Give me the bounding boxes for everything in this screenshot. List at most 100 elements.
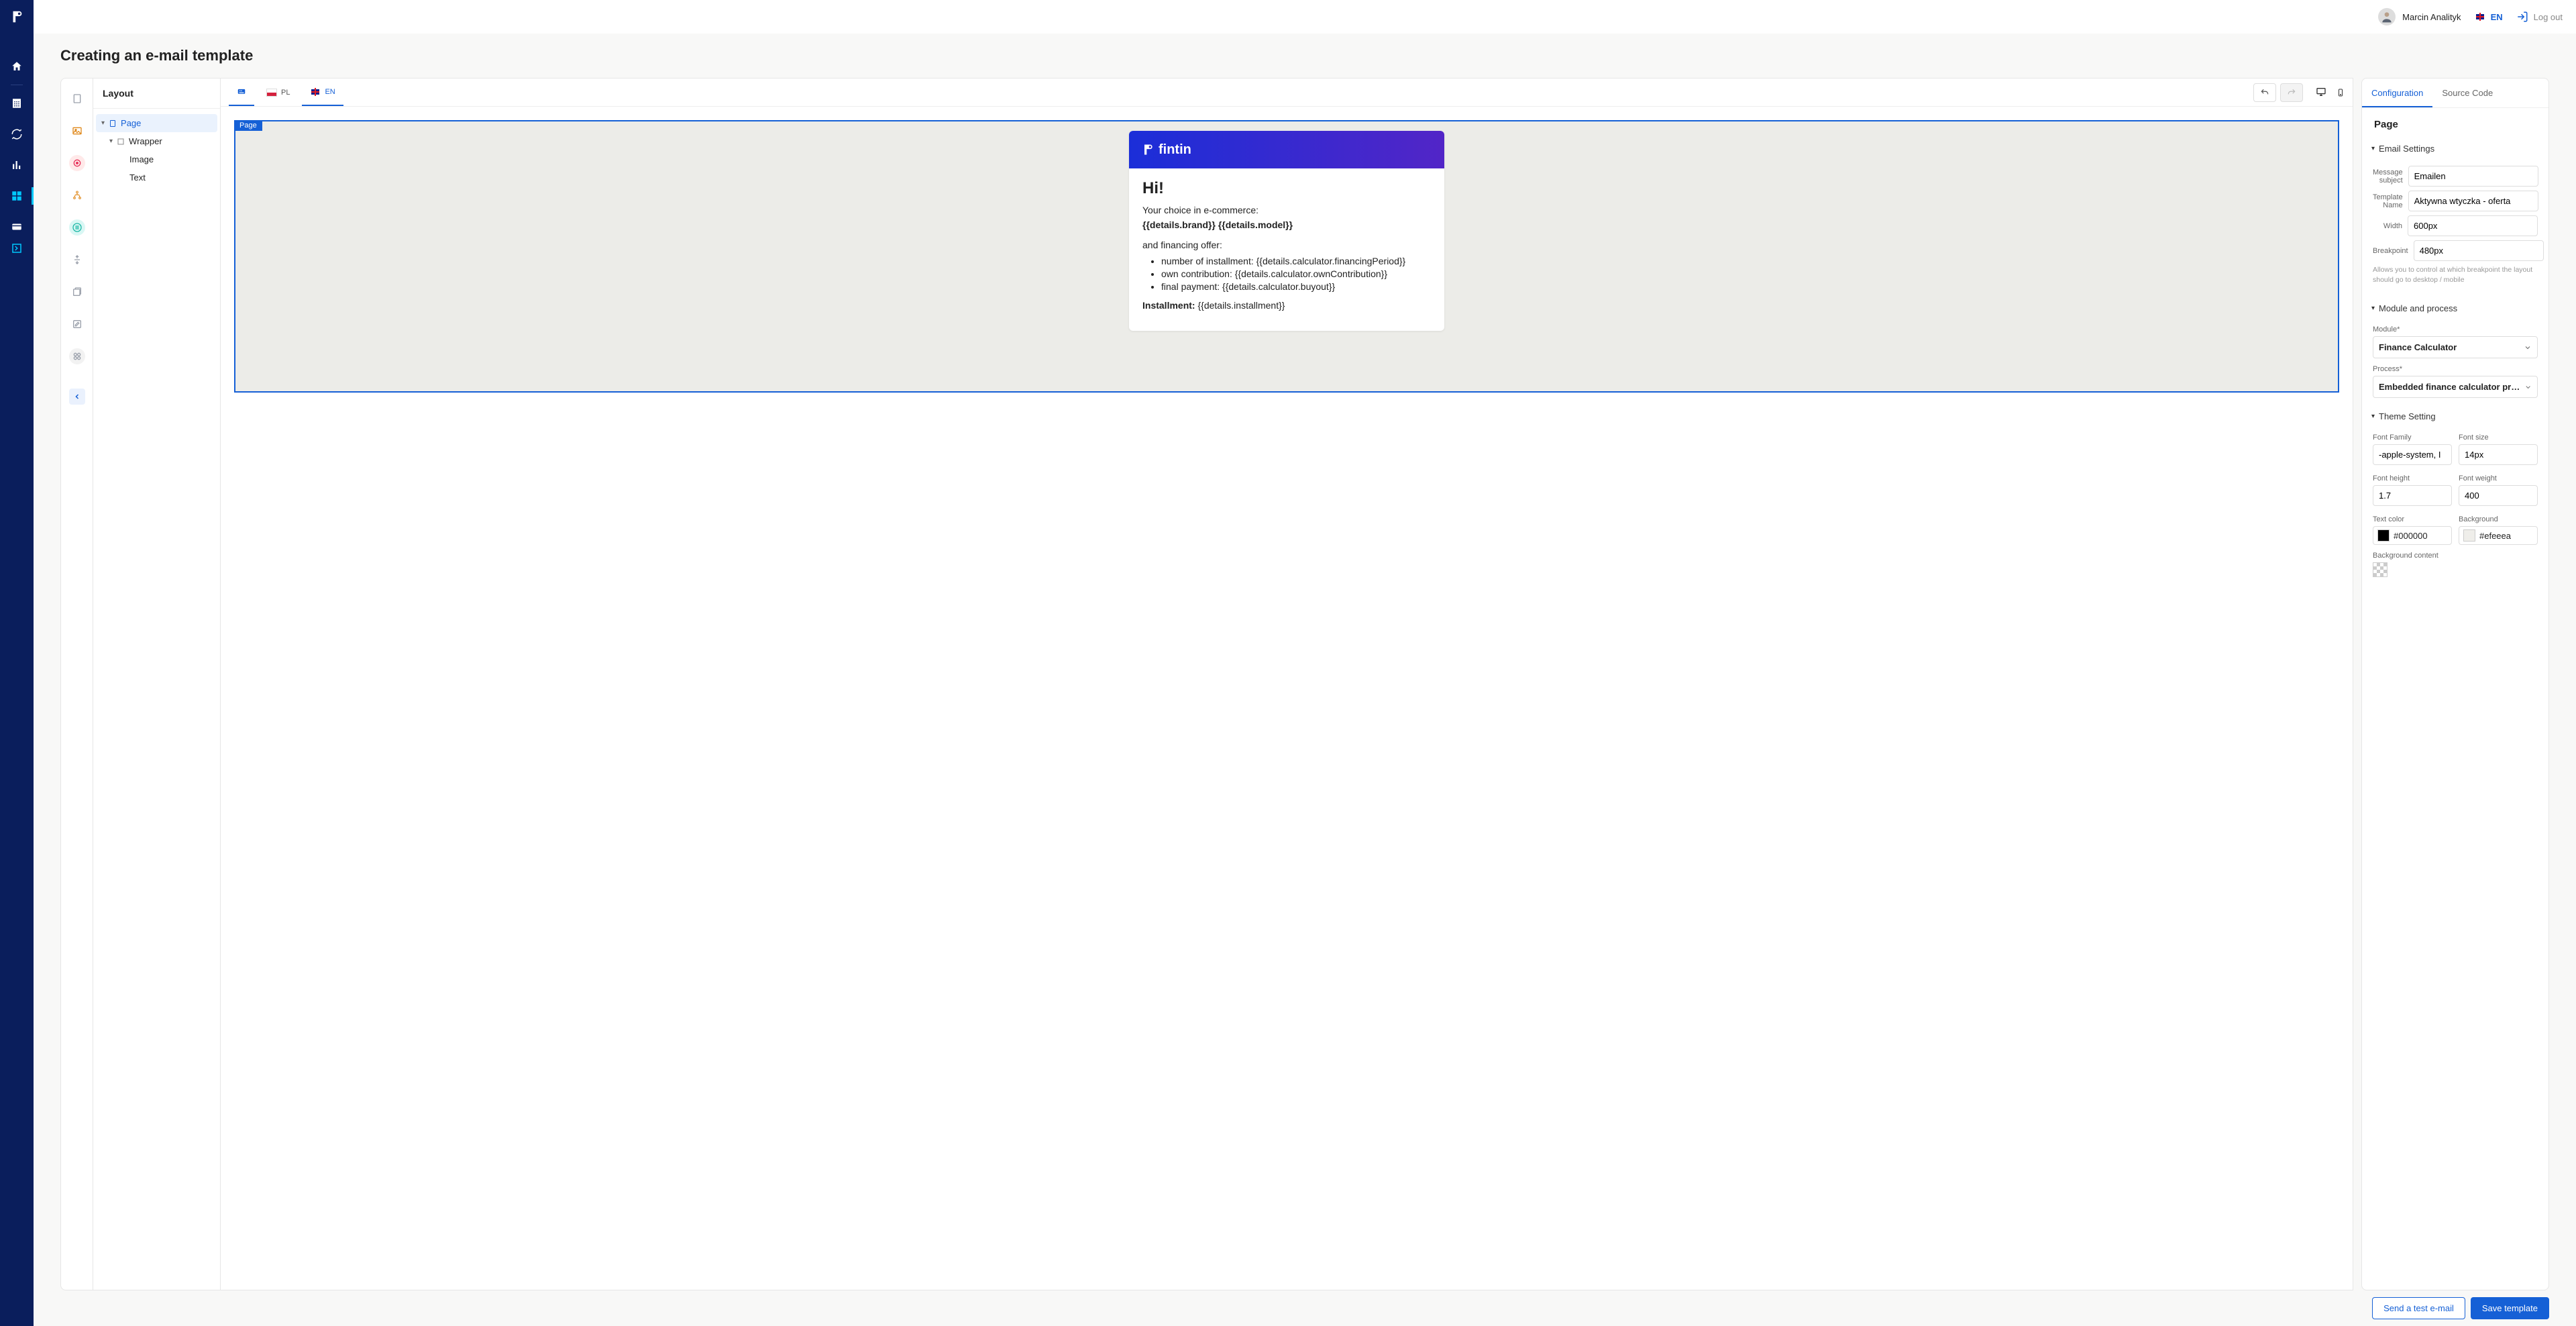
width-input[interactable] — [2408, 215, 2538, 236]
text-color-input[interactable]: #000000 — [2373, 526, 2452, 545]
email-banner[interactable]: fintin — [1129, 131, 1444, 168]
chevron-down-icon — [2524, 344, 2532, 352]
editor-mode-tab[interactable] — [229, 79, 254, 106]
mobile-view-button[interactable] — [2337, 87, 2345, 99]
template-name-input[interactable] — [2408, 191, 2538, 211]
nav-rail — [0, 0, 34, 1326]
tree-label: Page — [121, 118, 141, 128]
nav-chart-icon[interactable] — [8, 156, 25, 174]
bg-content-label: Background content — [2373, 552, 2538, 560]
accordion-theme-setting[interactable]: ▾ Theme Setting — [2371, 406, 2539, 427]
installment-label: Installment: — [1142, 300, 1195, 311]
lang-tab-pl[interactable]: PL — [258, 79, 298, 106]
nav-sync-icon[interactable] — [8, 125, 25, 143]
accordion-module-process[interactable]: ▾ Module and process — [2371, 298, 2539, 319]
font-weight-input[interactable] — [2459, 485, 2538, 506]
caret-down-icon: ▾ — [2371, 413, 2375, 420]
module-body: Module* Finance Calculator Process* Embe… — [2371, 319, 2539, 406]
chevron-down-icon — [2524, 383, 2532, 391]
process-label: Process* — [2373, 365, 2538, 373]
lang-tab-label: EN — [325, 88, 335, 96]
email-financing-line: and financing offer: — [1142, 240, 1431, 250]
nav-expand-icon[interactable] — [8, 240, 25, 257]
tool-apps-icon[interactable] — [69, 348, 85, 364]
nav-home-icon[interactable] — [8, 58, 25, 75]
module-value: Finance Calculator — [2379, 342, 2457, 352]
tool-hierarchy-icon[interactable] — [69, 187, 85, 203]
text-color-value: #000000 — [2394, 531, 2428, 541]
logout-icon — [2516, 11, 2528, 23]
flag-uk-icon — [2475, 13, 2485, 21]
nav-grid-icon[interactable] — [8, 187, 25, 205]
layout-tree: ▾ Page ▾ Wrapper Image Text — [93, 109, 220, 192]
flag-uk-icon — [310, 88, 321, 96]
page-icon — [109, 119, 117, 128]
tool-target-icon[interactable] — [69, 155, 85, 171]
page-frame[interactable]: Page fintin Hi! Your choice in e-commer — [234, 120, 2339, 393]
tool-layers-icon[interactable] — [69, 284, 85, 300]
font-height-input[interactable] — [2373, 485, 2452, 506]
module-label: Module* — [2373, 325, 2538, 334]
caret-down-icon: ▾ — [2371, 145, 2375, 152]
font-size-input[interactable] — [2459, 444, 2538, 465]
accordion-label: Email Settings — [2379, 144, 2434, 154]
process-select[interactable]: Embedded finance calculator proce... — [2373, 376, 2538, 398]
tool-list-icon[interactable] — [69, 219, 85, 236]
save-template-button[interactable]: Save template — [2471, 1297, 2549, 1319]
tool-page-icon[interactable] — [69, 91, 85, 107]
email-body[interactable]: Hi! Your choice in e-commerce: {{details… — [1129, 168, 1444, 331]
font-height-label: Font height — [2373, 474, 2452, 482]
wrapper-icon — [117, 138, 125, 146]
tab-configuration[interactable]: Configuration — [2362, 79, 2432, 107]
font-family-input[interactable] — [2373, 444, 2452, 465]
brand-logo-icon — [1141, 143, 1155, 156]
color-swatch-icon — [2463, 529, 2475, 542]
email-brand-model: {{details.brand}} {{details.model}} — [1142, 219, 1431, 230]
language-switch[interactable]: EN — [2475, 12, 2503, 22]
tree-item-page[interactable]: ▾ Page — [96, 114, 217, 132]
brand-name: fintin — [1159, 142, 1191, 158]
flag-pl-icon — [266, 89, 277, 97]
module-select[interactable]: Finance Calculator — [2373, 336, 2538, 358]
lang-tab-en[interactable]: EN — [302, 79, 343, 106]
desktop-icon — [2315, 87, 2327, 97]
background-input[interactable]: #efeeea — [2459, 526, 2538, 545]
caret-down-icon: ▾ — [109, 138, 113, 145]
desktop-view-button[interactable] — [2315, 87, 2327, 99]
nav-card-icon[interactable] — [8, 218, 25, 236]
tab-source-code[interactable]: Source Code — [2432, 79, 2502, 107]
tree-item-text[interactable]: Text — [96, 168, 217, 187]
tree-label: Text — [129, 172, 146, 183]
email-card[interactable]: fintin Hi! Your choice in e-commerce: {{… — [1129, 131, 1444, 331]
tree-item-wrapper[interactable]: ▾ Wrapper — [96, 132, 217, 150]
tool-edit-icon[interactable] — [69, 316, 85, 332]
logout-button[interactable]: Log out — [2516, 11, 2563, 23]
breakpoint-input[interactable] — [2414, 240, 2544, 261]
canvas-area: PL EN — [220, 78, 2353, 1290]
config-scroll[interactable]: Page ▾ Email Settings Message subject Te… — [2362, 108, 2548, 1290]
undo-button[interactable] — [2253, 83, 2276, 102]
send-test-email-button[interactable]: Send a test e-mail — [2372, 1297, 2465, 1319]
user-menu[interactable]: Marcin Analityk — [2378, 8, 2461, 26]
email-choice-line: Your choice in e-commerce: — [1142, 205, 1431, 215]
installment-value: {{details.installment}} — [1197, 300, 1285, 311]
canvas[interactable]: Page fintin Hi! Your choice in e-commer — [221, 107, 2353, 1290]
layout-panel-title: Layout — [93, 79, 220, 109]
font-family-label: Font Family — [2373, 434, 2452, 442]
nav-building-icon[interactable] — [8, 95, 25, 112]
bg-content-swatch[interactable] — [2373, 562, 2387, 577]
width-label: Width — [2373, 222, 2402, 230]
page-selection-tag: Page — [234, 120, 262, 131]
accordion-email-settings[interactable]: ▾ Email Settings — [2371, 138, 2539, 159]
subject-input[interactable] — [2408, 166, 2538, 187]
user-name: Marcin Analityk — [2402, 12, 2461, 22]
canvas-toolbar: PL EN — [221, 79, 2353, 107]
tool-divider-icon[interactable] — [69, 252, 85, 268]
tool-image-icon[interactable] — [69, 123, 85, 139]
footer-actions: Send a test e-mail Save template — [34, 1290, 2576, 1326]
layout-panel: Layout ▾ Page ▾ Wrapper Image — [93, 78, 220, 1290]
font-size-label: Font size — [2459, 434, 2538, 442]
name-label: Template Name — [2373, 193, 2403, 209]
collapse-panel-icon[interactable] — [69, 389, 85, 405]
tree-item-image[interactable]: Image — [96, 150, 217, 168]
